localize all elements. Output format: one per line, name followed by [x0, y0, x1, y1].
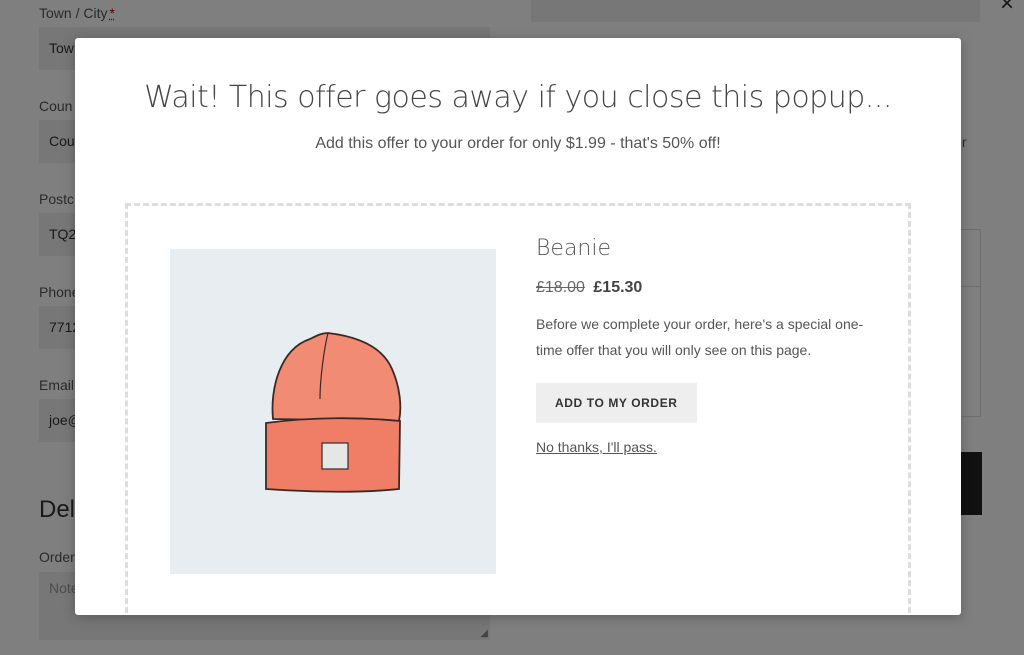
popup-subtitle: Add this offer to your order for only $1… [315, 135, 721, 152]
price-row: £18.00 £15.30 [536, 279, 896, 297]
decline-offer-link[interactable]: No thanks, I'll pass. [536, 439, 896, 455]
product-name: Beanie [536, 236, 612, 261]
beanie-hat-illustration [265, 332, 402, 493]
product-description: Before we complete your order, here's a … [536, 316, 864, 358]
original-price: £18.00 [536, 279, 585, 296]
upsell-popup: Wait! This offer goes away if you close … [75, 38, 961, 615]
sale-price: £15.30 [593, 279, 643, 296]
product-info: Beanie £18.00 £15.30 Before we complete … [536, 236, 896, 455]
product-image [170, 249, 496, 574]
popup-title: Wait! This offer goes away if you close … [144, 80, 892, 115]
offer-box: Beanie £18.00 £15.30 Before we complete … [125, 203, 911, 613]
add-to-order-button[interactable]: Add to my order [536, 383, 697, 423]
